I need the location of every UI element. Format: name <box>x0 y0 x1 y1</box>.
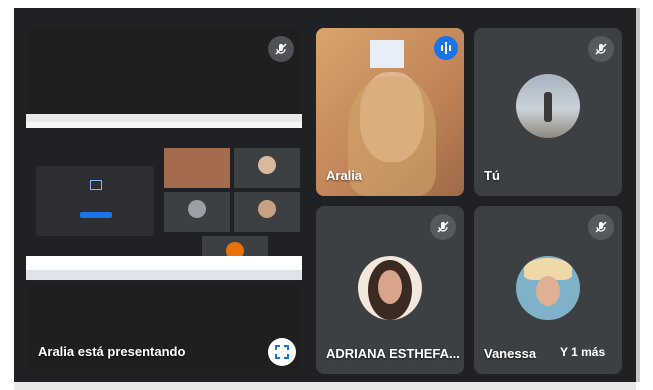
participant-tile-aralia[interactable]: Aralia <box>316 28 464 196</box>
shared-taskbar <box>26 270 302 280</box>
participant-name: Aralia <box>326 168 363 183</box>
participant-tile-vanessa[interactable]: Vanessa Y 1 más <box>474 206 622 374</box>
shared-popup <box>26 256 302 270</box>
mic-off-icon <box>268 36 294 62</box>
mic-off-icon <box>430 214 456 240</box>
avatar <box>516 74 580 138</box>
participant-name: Vanessa <box>484 346 537 361</box>
presentation-tile[interactable]: Aralia está presentando <box>26 28 302 374</box>
shared-thumb-3 <box>164 192 230 232</box>
shared-thumb-4 <box>234 192 300 232</box>
avatar <box>516 256 580 320</box>
participant-name: ADRIANA ESTHEFA... <box>326 346 460 361</box>
fullscreen-icon[interactable] <box>268 338 296 366</box>
shared-thumb-1 <box>164 148 230 188</box>
shared-present-icon <box>90 180 102 190</box>
shared-present-card <box>36 166 154 236</box>
presenter-label: Aralia está presentando <box>38 344 186 359</box>
shared-present-button <box>80 212 112 218</box>
window-edge <box>636 8 640 382</box>
shared-thumb-2 <box>234 148 300 188</box>
participant-tile-self[interactable]: Tú <box>474 28 622 196</box>
participant-name: Tú <box>484 168 500 183</box>
shared-browser-tabs <box>26 114 302 122</box>
meeting-stage: Aralia está presentando Aralia Tú ADRIAN… <box>14 8 636 382</box>
shared-address-bar <box>26 122 302 128</box>
shared-screen-preview <box>26 114 302 284</box>
bottom-bar <box>14 382 636 390</box>
speaking-indicator-icon <box>434 36 458 60</box>
participant-tile-adriana[interactable]: ADRIANA ESTHEFA... <box>316 206 464 374</box>
mic-off-icon <box>588 36 614 62</box>
background-poster <box>370 40 404 68</box>
mic-off-icon <box>588 214 614 240</box>
more-participants-button[interactable]: Y 1 más <box>550 340 616 364</box>
avatar <box>358 256 422 320</box>
